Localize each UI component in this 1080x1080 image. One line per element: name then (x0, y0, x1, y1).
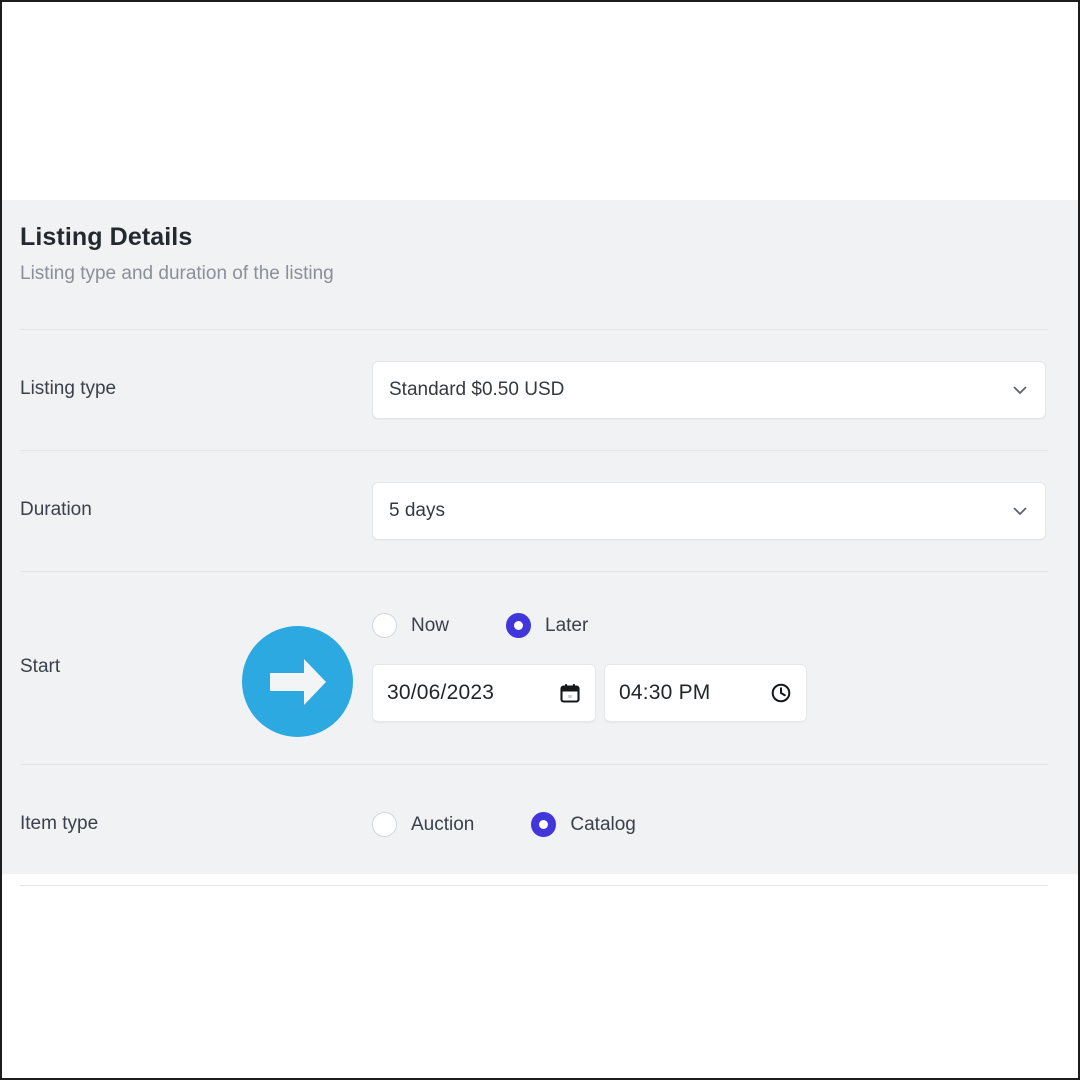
item-type-option-catalog-label: Catalog (570, 813, 636, 835)
row-item-type: Item type Auction Catalog (2, 765, 1078, 885)
radio-icon-now[interactable] (372, 613, 397, 639)
start-time-input[interactable]: 04:30 PM (604, 664, 807, 723)
row-listing-type: Listing type Standard $0.50 USD (2, 330, 1078, 450)
radio-icon-auction[interactable] (372, 812, 397, 838)
start-date-input[interactable]: 30/06/2023 (372, 664, 596, 723)
start-radio-group: Now Later (372, 613, 1048, 639)
duration-field: 5 days (372, 481, 1048, 540)
start-date-value: 30/06/2023 (387, 681, 495, 705)
start-field: Now Later 30/06/2023 04:30 PM (372, 613, 1048, 723)
page-title: Listing Details (20, 223, 193, 251)
row-duration: Duration 5 days (2, 451, 1078, 571)
listing-type-select[interactable]: Standard $0.50 USD (372, 360, 1046, 419)
listing-details-panel: Listing Details Listing type and duratio… (2, 200, 1078, 886)
start-option-now[interactable]: Now (372, 613, 450, 639)
item-type-field: Auction Catalog (372, 812, 1048, 838)
listing-type-label: Listing type (20, 378, 117, 400)
duration-label: Duration (20, 499, 92, 521)
item-type-option-auction[interactable]: Auction (372, 812, 475, 838)
page-subtitle: Listing type and duration of the listing (20, 263, 334, 284)
item-type-radio-group: Auction Catalog (372, 812, 1048, 838)
screenshot-frame: Listing Details Listing type and duratio… (0, 0, 1080, 1080)
divider (20, 884, 1048, 886)
radio-icon-later[interactable] (506, 613, 532, 639)
start-option-now-label: Now (411, 614, 450, 636)
calendar-icon[interactable] (559, 682, 581, 704)
clock-icon[interactable] (770, 682, 792, 704)
panel-header: Listing Details Listing type and duratio… (2, 200, 1078, 286)
row-start: Start Now Later 30/06/2023 04:30 PM (2, 572, 1078, 764)
duration-select[interactable]: 5 days (372, 481, 1046, 540)
chevron-down-icon (1011, 381, 1029, 399)
chevron-down-icon (1011, 502, 1029, 520)
start-option-later[interactable]: Later (506, 613, 589, 639)
start-datetime-row: 30/06/2023 04:30 PM (372, 664, 1048, 723)
item-type-label: Item type (20, 813, 99, 835)
start-option-later-label: Later (545, 614, 589, 636)
start-time-value: 04:30 PM (619, 681, 711, 705)
item-type-option-catalog[interactable]: Catalog (531, 812, 636, 838)
radio-icon-catalog[interactable] (531, 812, 557, 838)
duration-value: 5 days (389, 499, 445, 521)
listing-type-field: Standard $0.50 USD (372, 360, 1048, 419)
arrow-right-icon (242, 626, 353, 737)
item-type-option-auction-label: Auction (411, 813, 475, 835)
listing-type-value: Standard $0.50 USD (389, 378, 565, 400)
